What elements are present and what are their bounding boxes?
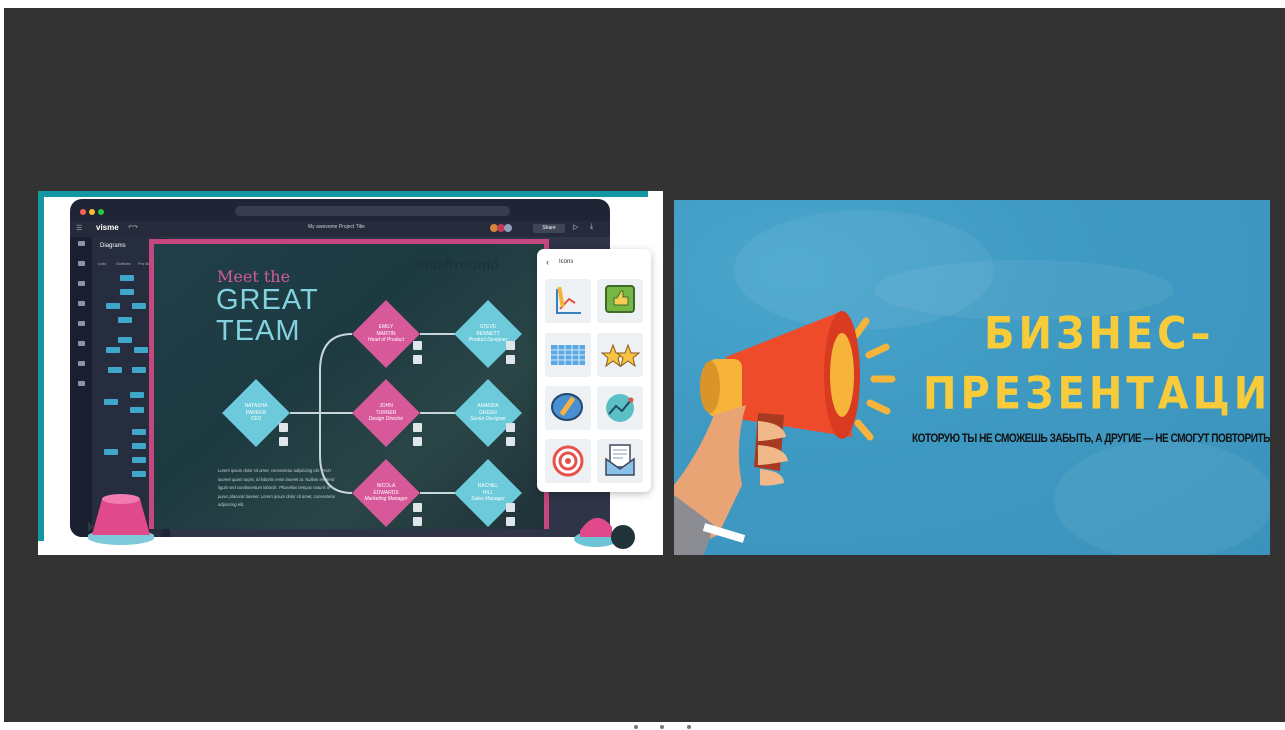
target-icon	[545, 439, 591, 483]
twitter-icon	[279, 437, 288, 446]
pagination-dot[interactable]	[660, 725, 664, 729]
facebook-icon	[413, 423, 422, 432]
facebook-icon	[413, 341, 422, 350]
facebook-icon	[279, 423, 288, 432]
org-node: JOHN TURNER Design Director	[352, 379, 420, 447]
slide-subtitle: КОТОРУЮ ТЫ НЕ СМОЖЕШЬ ЗАБЫТЬ, А ДРУГИЕ —…	[912, 431, 1270, 445]
slide-title-line2: ПРЕЗЕНТАЦИЯ	[923, 368, 1270, 420]
twitter-icon	[413, 517, 422, 526]
org-node: EMILY MARTIN Head of Product	[352, 300, 420, 368]
twitter-icon	[413, 437, 422, 446]
twitter-icon	[506, 517, 515, 526]
slide-visme-editor-preview[interactable]: ☰ visme ↶↷ My awesome Project Title Shar…	[38, 191, 663, 555]
chart-pencil-icon	[545, 279, 591, 323]
twitter-icon	[506, 355, 515, 364]
decorative-cone	[88, 494, 154, 545]
mail-document-icon	[597, 439, 643, 483]
facebook-icon	[506, 503, 515, 512]
icons-popup: ‹ Icons	[537, 249, 651, 492]
slideshow-stage: ☰ visme ↶↷ My awesome Project Title Shar…	[4, 8, 1285, 730]
facebook-icon	[506, 423, 515, 432]
pagination-dot[interactable]	[634, 725, 638, 729]
pagination-dot[interactable]	[687, 725, 691, 729]
megaphone-illustration	[674, 311, 896, 555]
spreadsheet-icon	[545, 333, 591, 377]
thumbs-up-icon	[597, 279, 643, 323]
facebook-icon	[506, 341, 515, 350]
twitter-icon	[413, 355, 422, 364]
slide-business-presentation[interactable]: БИЗНЕС– ПРЕЗЕНТАЦИЯ КОТОРУЮ ТЫ НЕ СМОЖЕШ…	[674, 200, 1270, 555]
slide-title-line1: БИЗНЕС–	[984, 308, 1215, 360]
back-arrow-icon: ‹	[546, 257, 549, 267]
growth-chart-icon	[597, 386, 643, 430]
twitter-icon	[506, 437, 515, 446]
chat-pencil-icon	[545, 386, 591, 430]
pagination-dot-active[interactable]	[604, 722, 611, 730]
slide-body-text: Lorem ipsum dolor sit amet, consectetur …	[218, 468, 336, 507]
stars-icon	[597, 333, 643, 377]
org-node: NICOLA EDWARDS Marketing Manager	[352, 459, 420, 527]
facebook-icon	[413, 503, 422, 512]
popup-title: Icons	[559, 259, 574, 265]
decorative-sphere	[611, 525, 635, 549]
